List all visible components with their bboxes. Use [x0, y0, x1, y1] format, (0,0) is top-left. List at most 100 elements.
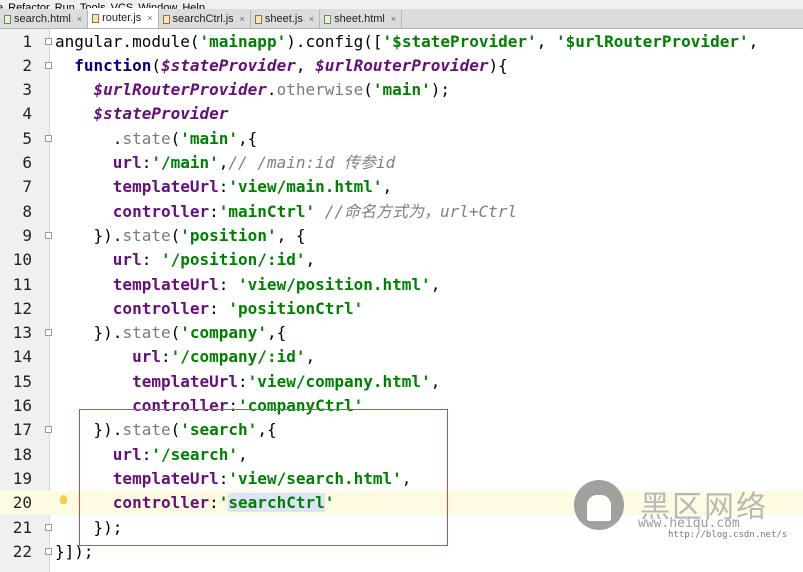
code-token: ,	[430, 274, 441, 294]
line-number: 10	[12, 250, 32, 270]
code-token: '/company/:id'	[170, 347, 306, 367]
code-token: function	[74, 55, 152, 75]
code-token: 'view/position.html'	[238, 274, 431, 294]
code-line[interactable]: 15 templateUrl:'view/company.html',	[0, 370, 803, 394]
line-number: 15	[12, 371, 32, 391]
code-token: 'company'	[180, 323, 267, 343]
code-token: .	[266, 80, 277, 100]
tab-label: router.js	[102, 12, 142, 24]
close-icon[interactable]: ×	[147, 13, 152, 23]
close-icon[interactable]: ×	[309, 14, 314, 24]
code-line[interactable]: 12 controller: 'positionCtrl'	[0, 297, 803, 321]
fold-marker-icon[interactable]	[45, 547, 52, 555]
code-text: url:'/company/:id',	[55, 345, 315, 369]
editor-tab-bar: search.html × router.js × searchCtrl.js × shee…	[0, 8, 803, 29]
code-token: (	[170, 323, 181, 343]
fold-marker-icon[interactable]	[45, 37, 52, 45]
line-number: 6	[22, 153, 32, 172]
code-line[interactable]: 9 }).state('position', {	[0, 224, 803, 248]
tab-label: searchCtrl.js	[172, 13, 234, 25]
code-token: 'view/company.html'	[247, 371, 431, 391]
code-token: '	[276, 31, 287, 51]
code-token: ,	[305, 347, 316, 367]
code-text: url: '/position/:id',	[55, 248, 315, 272]
line-number: 19	[12, 468, 32, 488]
close-icon[interactable]: ×	[77, 14, 82, 24]
code-token: :	[209, 298, 229, 318]
code-line[interactable]: 13 }).state('company',{	[0, 321, 803, 345]
tab-router-js[interactable]: router.js ×	[88, 8, 159, 28]
code-token: controller	[112, 201, 210, 221]
code-text: $urlRouterProvider.otherwise('main');	[55, 78, 450, 102]
code-line[interactable]: 14 url:'/company/:id',	[0, 345, 803, 369]
code-token: :	[218, 274, 239, 294]
code-line[interactable]: 1 angular.module('mainapp').config(['$sta…	[0, 30, 803, 54]
tab-search-html[interactable]: search.html ×	[0, 10, 89, 28]
code-token: (	[363, 80, 373, 100]
code-token: .	[55, 128, 123, 148]
code-token: , {	[276, 225, 306, 245]
watermark-blog-url: http://blog.csdn.net/s	[668, 530, 788, 540]
tab-sheet-js[interactable]: sheet.js ×	[250, 10, 321, 28]
watermark-url: www.heiqu.com	[638, 516, 740, 531]
line-number: 20	[12, 493, 32, 513]
code-token: :	[141, 250, 161, 270]
code-line[interactable]: 3 $urlRouterProvider.otherwise('main');	[0, 78, 803, 102]
tab-label: sheet.js	[264, 13, 303, 25]
code-line[interactable]: 4 $stateProvider	[0, 102, 803, 126]
code-token: ,	[382, 177, 393, 197]
code-line[interactable]: 10 url: '/position/:id',	[0, 248, 803, 272]
menu-item-help[interactable]: Help	[182, 2, 205, 9]
code-token: ).config([	[286, 31, 383, 51]
line-number: 18	[12, 444, 32, 464]
fold-marker-icon[interactable]	[45, 231, 52, 239]
code-token: :	[238, 371, 248, 391]
fold-marker-icon[interactable]	[45, 134, 52, 142]
js-file-icon	[162, 14, 170, 24]
code-token: state	[122, 323, 171, 343]
code-token: $stateProvider	[160, 55, 296, 75]
code-text: $stateProvider	[55, 102, 229, 126]
code-text: }).state('position', {	[55, 224, 306, 248]
line-number: 14	[12, 347, 32, 367]
code-token: '	[199, 31, 210, 51]
fold-marker-icon[interactable]	[45, 523, 52, 531]
code-line[interactable]: 8 controller:'mainCtrl' //命名方式为，url+Ctrl	[0, 200, 803, 224]
close-icon[interactable]: ×	[240, 14, 245, 24]
code-line[interactable]: 7 templateUrl:'view/main.html',	[0, 175, 803, 199]
code-token: state	[122, 225, 171, 245]
menu-item-e[interactable]: e	[0, 2, 3, 9]
line-number: 16	[12, 396, 32, 415]
code-token: 'view/main.html'	[228, 177, 383, 197]
menu-item-run[interactable]: Run	[55, 2, 75, 9]
menu-item-refactor[interactable]: Refactor	[8, 2, 50, 9]
fold-marker-icon[interactable]	[45, 61, 52, 69]
code-text: templateUrl: 'view/position.html',	[55, 273, 441, 297]
tab-label: search.html	[14, 13, 71, 25]
fold-marker-icon[interactable]	[45, 329, 52, 337]
code-token: angular.module(	[55, 31, 200, 51]
code-token: $stateProvider	[93, 104, 229, 124]
code-token: ,	[430, 371, 441, 391]
tab-sheet-html[interactable]: sheet.html ×	[320, 10, 403, 28]
line-number: 4	[22, 104, 32, 124]
code-token: 'position'	[180, 225, 277, 245]
code-token: templateUrl	[112, 274, 219, 294]
code-line[interactable]: 5 .state('main',{	[0, 127, 803, 151]
code-line[interactable]: 6 url:'/main',// /main:id 传参id	[0, 151, 803, 175]
code-token: controller	[112, 298, 210, 318]
code-line[interactable]: 2 function($stateProvider, $urlRouterPro…	[0, 54, 803, 78]
code-line[interactable]: 11 templateUrl: 'view/position.html',	[0, 273, 803, 297]
fold-marker-icon[interactable]	[45, 426, 52, 434]
line-number: 2	[22, 55, 32, 75]
tab-searchctrl-js[interactable]: searchCtrl.js ×	[158, 10, 251, 28]
code-token: }).	[55, 225, 123, 245]
close-icon[interactable]: ×	[391, 14, 396, 24]
